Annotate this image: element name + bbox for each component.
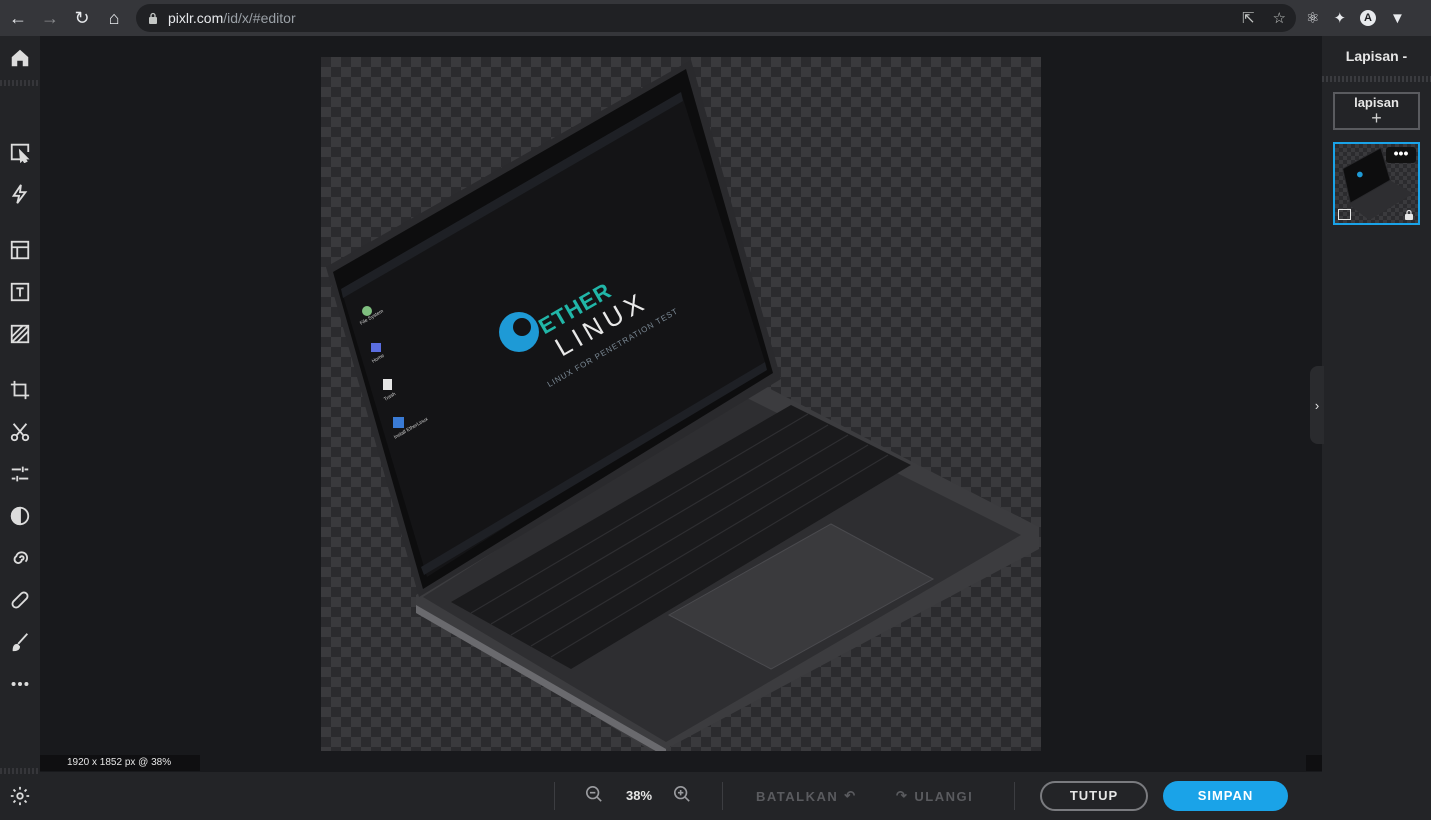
left-toolbar <box>0 36 40 820</box>
close-button[interactable]: TUTUP <box>1040 781 1148 811</box>
lock-icon <box>149 12 157 24</box>
fill-icon[interactable] <box>4 318 36 350</box>
redo-label: ULANGI <box>914 788 974 804</box>
zoom-out-icon[interactable] <box>585 785 605 805</box>
back-icon[interactable]: ← <box>2 0 34 36</box>
divider <box>1014 782 1015 810</box>
react-extension-icon[interactable]: ⚛ <box>1306 9 1319 27</box>
layout-icon[interactable] <box>4 234 36 266</box>
quick-select-icon[interactable] <box>4 178 36 210</box>
layer-thumbnail[interactable]: ••• <box>1333 142 1420 225</box>
liquify-icon[interactable] <box>4 542 36 574</box>
bottom-bar: 38% BATALKAN ↶ ↷ ULANGI TUTUP SIMPAN <box>40 772 1322 820</box>
more-icon[interactable] <box>4 668 36 700</box>
cutout-icon[interactable] <box>4 416 36 448</box>
forward-icon[interactable]: → <box>34 0 66 36</box>
layers-panel-title[interactable]: Lapisan - <box>1322 48 1431 64</box>
workspace: ETHER LINUX LINUX FOR PENETRATION TEST F… <box>40 36 1322 772</box>
image-layer-icon <box>1338 209 1351 220</box>
redo-icon: ↷ <box>896 788 909 803</box>
toolbar-divider <box>0 768 40 774</box>
undo-icon: ↶ <box>844 788 857 803</box>
divider <box>722 782 723 810</box>
adjust-icon[interactable] <box>4 458 36 490</box>
extension-a-icon[interactable]: A <box>1360 10 1377 26</box>
collapse-panel-chevron-icon[interactable]: › <box>1310 366 1324 444</box>
undo-button[interactable]: BATALKAN ↶ <box>756 788 857 804</box>
url-host: pixlr.com <box>168 10 224 26</box>
toolbar-divider <box>0 80 40 86</box>
add-layer-button[interactable]: lapisan + <box>1333 92 1420 130</box>
share-icon[interactable]: ⇱ <box>1242 9 1255 27</box>
text-icon[interactable] <box>4 276 36 308</box>
contrast-icon[interactable] <box>4 500 36 532</box>
browser-toolbar: ← → ↻ ⌂ pixlr.com/id/x/#editor ⇱ ☆ ⚛ ✦ A… <box>0 0 1431 36</box>
home-page-icon[interactable]: ⌂ <box>98 0 130 36</box>
image-canvas[interactable]: ETHER LINUX LINUX FOR PENETRATION TEST F… <box>321 57 1041 751</box>
zoom-level[interactable]: 38% <box>614 788 664 803</box>
reload-icon[interactable]: ↻ <box>66 0 98 36</box>
brush-icon[interactable] <box>4 626 36 658</box>
save-button[interactable]: SIMPAN <box>1163 781 1288 811</box>
undo-label: BATALKAN <box>756 788 839 804</box>
lock-icon[interactable] <box>1404 209 1414 220</box>
panel-divider <box>1322 76 1431 82</box>
layer-options-button[interactable]: ••• <box>1386 146 1416 163</box>
image-size-readout: 1920 x 1852 px @ 38% <box>40 755 200 771</box>
heal-icon[interactable] <box>4 584 36 616</box>
scrollbar-corner <box>1306 755 1322 771</box>
arrange-icon[interactable] <box>4 136 36 168</box>
home-icon[interactable] <box>4 42 36 74</box>
address-bar[interactable]: pixlr.com/id/x/#editor ⇱ ☆ <box>136 4 1296 32</box>
vue-extension-icon[interactable]: ▼ <box>1390 10 1405 27</box>
redo-button[interactable]: ↷ ULANGI <box>896 788 973 804</box>
bookmark-star-icon[interactable]: ☆ <box>1273 9 1286 27</box>
layers-panel: Lapisan - lapisan + ••• <box>1322 36 1431 820</box>
plus-icon: + <box>1371 108 1382 128</box>
crop-icon[interactable] <box>4 374 36 406</box>
zoom-in-icon[interactable] <box>673 785 693 805</box>
puzzle-extension-icon[interactable]: ✦ <box>1333 9 1346 27</box>
url-path: /id/x/#editor <box>223 10 296 26</box>
settings-icon[interactable] <box>4 780 36 812</box>
divider <box>554 782 555 810</box>
laptop-image: ETHER LINUX LINUX FOR PENETRATION TEST F… <box>326 60 1039 751</box>
